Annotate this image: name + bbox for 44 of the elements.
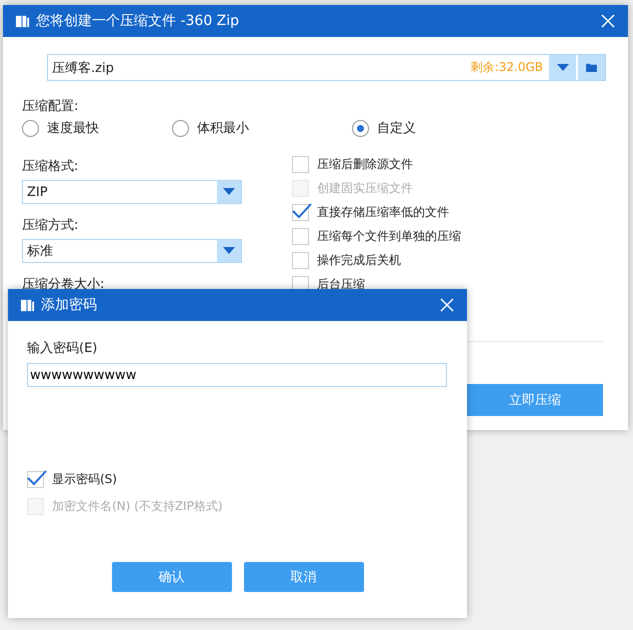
checkbox-label: 压缩每个文件到单独的压缩 [317, 228, 461, 244]
config-label: 压缩配置: [22, 98, 80, 115]
checkbox[interactable] [292, 252, 309, 268]
close-icon [601, 14, 615, 28]
book-icon [20, 298, 35, 312]
close-icon [440, 298, 454, 312]
radio-option[interactable]: 体积最小 [172, 119, 322, 137]
radio-label: 体积最小 [197, 120, 249, 137]
free-space-text: 剩余:32.0GB [470, 59, 543, 76]
radio-label: 自定义 [377, 120, 416, 137]
checkbox[interactable] [292, 228, 309, 244]
field-label: 压缩方式: [22, 217, 80, 234]
checkbox-label: 操作完成后关机 [317, 252, 401, 268]
radio-option[interactable]: 自定义 [352, 119, 502, 137]
dropdown-field[interactable]: 标准 [22, 239, 242, 263]
checkbox[interactable] [292, 156, 309, 172]
checkbox-label: 加密文件名(N) (不支持ZIP格式) [52, 498, 223, 514]
checkbox[interactable] [292, 204, 309, 220]
file-path-field[interactable]: 压缚客.zip 剩余:32.0GB [47, 54, 606, 81]
checkbox-label: 后台压缩 [317, 276, 365, 292]
caret-icon [223, 247, 235, 255]
caret-icon [556, 64, 568, 72]
dialog-title: 添加密码 [41, 296, 98, 314]
radio-button[interactable] [352, 120, 369, 136]
radio-button[interactable] [22, 120, 39, 136]
dropdown-button[interactable] [549, 55, 576, 80]
checkbox-label: 创建固实压缩文件 [317, 180, 413, 196]
password-field[interactable]: wwwwwwwwww [27, 363, 447, 387]
window-title: 您将创建一个压缩文件 -360 Zip [36, 12, 240, 30]
radio-label: 速度最快 [47, 120, 99, 137]
book-icon [15, 14, 30, 28]
field-label: 压缩格式: [22, 158, 80, 175]
browse-button[interactable] [578, 55, 605, 80]
checkbox-label: 显示密码(S) [52, 470, 117, 488]
radio-button[interactable] [172, 120, 189, 136]
password-label: 输入密码(E) [27, 340, 98, 357]
folder-icon [586, 63, 597, 72]
dropdown-field[interactable]: ZIP [22, 180, 242, 204]
caret-icon [223, 188, 235, 196]
radio-option[interactable]: 速度最快 [22, 119, 172, 137]
file-name: 压缚客.zip [52, 60, 115, 76]
checkbox-label: 压缩后删除源文件 [317, 156, 413, 172]
checkbox-label: 直接存储压缩率低的文件 [317, 204, 449, 220]
checkbox[interactable] [27, 470, 44, 488]
